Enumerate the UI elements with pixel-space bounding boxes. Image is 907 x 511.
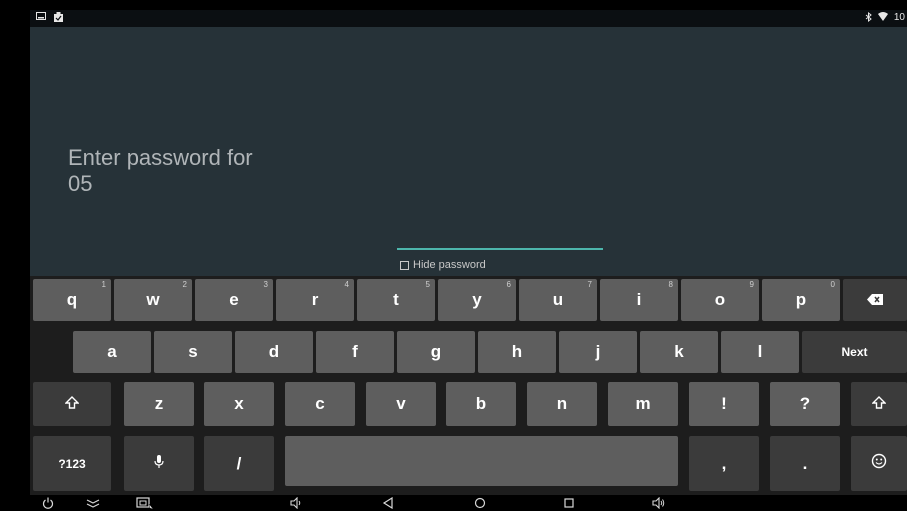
mic-icon bbox=[154, 454, 164, 474]
slash-key[interactable]: / bbox=[204, 436, 274, 491]
key-g[interactable]: g bbox=[397, 331, 475, 373]
key-h[interactable]: h bbox=[478, 331, 556, 373]
key-l[interactable]: l bbox=[721, 331, 799, 373]
key-f[interactable]: f bbox=[316, 331, 394, 373]
key-u[interactable]: u7 bbox=[519, 279, 597, 321]
notification-icon bbox=[36, 12, 46, 25]
key-b[interactable]: b bbox=[446, 382, 516, 426]
period-key[interactable]: . bbox=[770, 436, 840, 491]
key-e[interactable]: e3 bbox=[195, 279, 273, 321]
key-d[interactable]: d bbox=[235, 331, 313, 373]
key-exclamation[interactable]: ! bbox=[689, 382, 759, 426]
clipboard-icon bbox=[54, 12, 63, 25]
status-bar: 10 bbox=[30, 10, 907, 27]
backspace-key[interactable] bbox=[843, 279, 907, 321]
key-q[interactable]: q1 bbox=[33, 279, 111, 321]
collapse-icon[interactable] bbox=[85, 495, 101, 511]
key-r[interactable]: r4 bbox=[276, 279, 354, 321]
network-name: 05 bbox=[68, 171, 93, 196]
navigation-bar bbox=[30, 495, 907, 511]
emoji-icon bbox=[871, 453, 887, 474]
key-a[interactable]: a bbox=[73, 331, 151, 373]
shift-icon bbox=[871, 394, 887, 414]
shift-icon bbox=[64, 394, 80, 414]
key-c[interactable]: c bbox=[285, 382, 355, 426]
key-s[interactable]: s bbox=[154, 331, 232, 373]
key-o[interactable]: o9 bbox=[681, 279, 759, 321]
key-x[interactable]: x bbox=[204, 382, 274, 426]
mic-key[interactable] bbox=[124, 436, 194, 491]
shift-left-key[interactable] bbox=[33, 382, 111, 426]
password-input[interactable] bbox=[397, 248, 603, 250]
space-key[interactable] bbox=[285, 436, 678, 486]
comma-key[interactable]: , bbox=[689, 436, 759, 491]
home-icon[interactable] bbox=[472, 495, 488, 511]
password-prompt: Enter password for 05 bbox=[68, 145, 253, 197]
screenshot-icon[interactable] bbox=[134, 495, 156, 511]
key-y[interactable]: y6 bbox=[438, 279, 516, 321]
key-question[interactable]: ? bbox=[770, 382, 840, 426]
key-k[interactable]: k bbox=[640, 331, 718, 373]
backspace-icon bbox=[867, 290, 883, 310]
key-w[interactable]: w2 bbox=[114, 279, 192, 321]
shift-right-key[interactable] bbox=[851, 382, 907, 426]
key-p[interactable]: p0 bbox=[762, 279, 840, 321]
back-icon[interactable] bbox=[380, 495, 396, 511]
bluetooth-icon bbox=[865, 11, 872, 25]
hide-password-checkbox[interactable]: Hide password bbox=[400, 259, 486, 271]
hide-password-label: Hide password bbox=[413, 259, 486, 271]
emoji-key[interactable] bbox=[851, 436, 907, 491]
recents-icon[interactable] bbox=[561, 495, 577, 511]
key-z[interactable]: z bbox=[124, 382, 194, 426]
wifi-icon bbox=[877, 12, 888, 25]
key-n[interactable]: n bbox=[527, 382, 597, 426]
key-v[interactable]: v bbox=[366, 382, 436, 426]
power-icon[interactable] bbox=[40, 495, 56, 511]
on-screen-keyboard: q1 w2 e3 r4 t5 y6 u7 i8 o9 p0 a s d f g … bbox=[30, 276, 907, 495]
key-t[interactable]: t5 bbox=[357, 279, 435, 321]
lock-screen: 10 Enter password for 05 Hide password q… bbox=[30, 10, 907, 511]
prompt-title: Enter password for bbox=[68, 145, 253, 170]
clock: 10 bbox=[893, 12, 905, 23]
next-key[interactable]: Next bbox=[802, 331, 907, 373]
key-i[interactable]: i8 bbox=[600, 279, 678, 321]
symbols-key[interactable]: ?123 bbox=[33, 436, 111, 491]
key-m[interactable]: m bbox=[608, 382, 678, 426]
checkbox-icon[interactable] bbox=[400, 260, 409, 270]
volume-up-icon[interactable] bbox=[651, 495, 667, 511]
volume-down-icon[interactable] bbox=[288, 495, 304, 511]
key-j[interactable]: j bbox=[559, 331, 637, 373]
